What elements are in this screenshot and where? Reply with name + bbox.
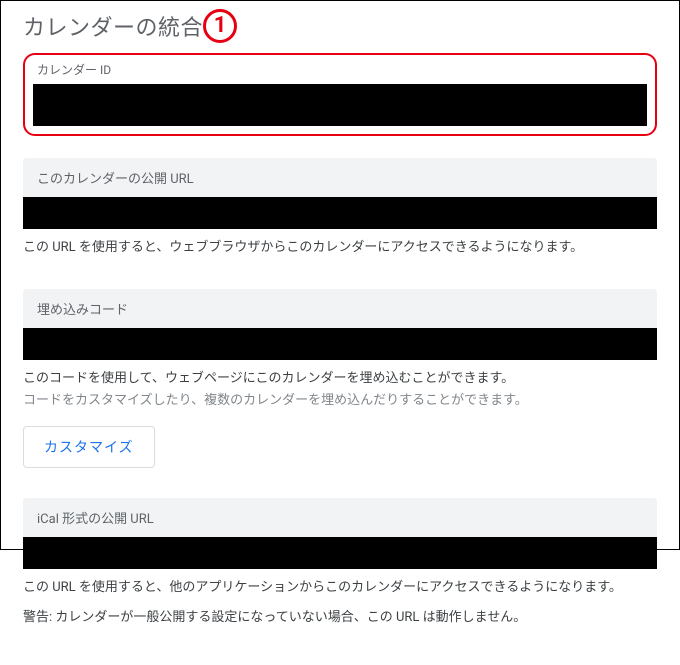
public-url-value-redacted[interactable] xyxy=(23,197,657,229)
annotation-number-1: 1 xyxy=(203,9,237,43)
embed-code-label: 埋め込みコード xyxy=(23,289,657,328)
customize-button[interactable]: カスタマイズ xyxy=(23,426,155,468)
public-url-section: このカレンダーの公開 URL この URL を使用すると、ウェブブラウザからこの… xyxy=(23,158,657,259)
embed-code-section: 埋め込みコード このコードを使用して、ウェブページにこのカレンダーを埋め込むこと… xyxy=(23,289,657,468)
heading-row: カレンダーの統合 1 xyxy=(23,9,657,43)
ical-url-warning: 警告: カレンダーが一般公開する設定になっていない場合、この URL は動作しま… xyxy=(23,607,657,629)
ical-url-value-redacted[interactable] xyxy=(23,537,657,569)
public-url-label: このカレンダーの公開 URL xyxy=(23,158,657,197)
calendar-id-highlight: カレンダー ID xyxy=(23,53,657,136)
page-title: カレンダーの統合 xyxy=(23,10,203,42)
embed-code-description-2: コードをカスタマイズしたり、複数のカレンダーを埋め込んだりすることができます。 xyxy=(23,390,657,412)
ical-url-section: iCal 形式の公開 URL この URL を使用すると、他のアプリケーションか… xyxy=(23,498,657,629)
calendar-id-value-redacted[interactable] xyxy=(33,84,647,126)
ical-url-label: iCal 形式の公開 URL xyxy=(23,498,657,537)
embed-code-description-1: このコードを使用して、ウェブページにこのカレンダーを埋め込むことができます。 xyxy=(23,368,657,390)
calendar-id-label: カレンダー ID xyxy=(37,61,647,78)
ical-url-description: この URL を使用すると、他のアプリケーションからこのカレンダーにアクセスでき… xyxy=(23,577,657,599)
calendar-integration-settings: カレンダーの統合 1 カレンダー ID このカレンダーの公開 URL この UR… xyxy=(1,1,679,665)
public-url-description: この URL を使用すると、ウェブブラウザからこのカレンダーにアクセスできるよう… xyxy=(23,237,657,259)
embed-code-value-redacted[interactable] xyxy=(23,328,657,360)
